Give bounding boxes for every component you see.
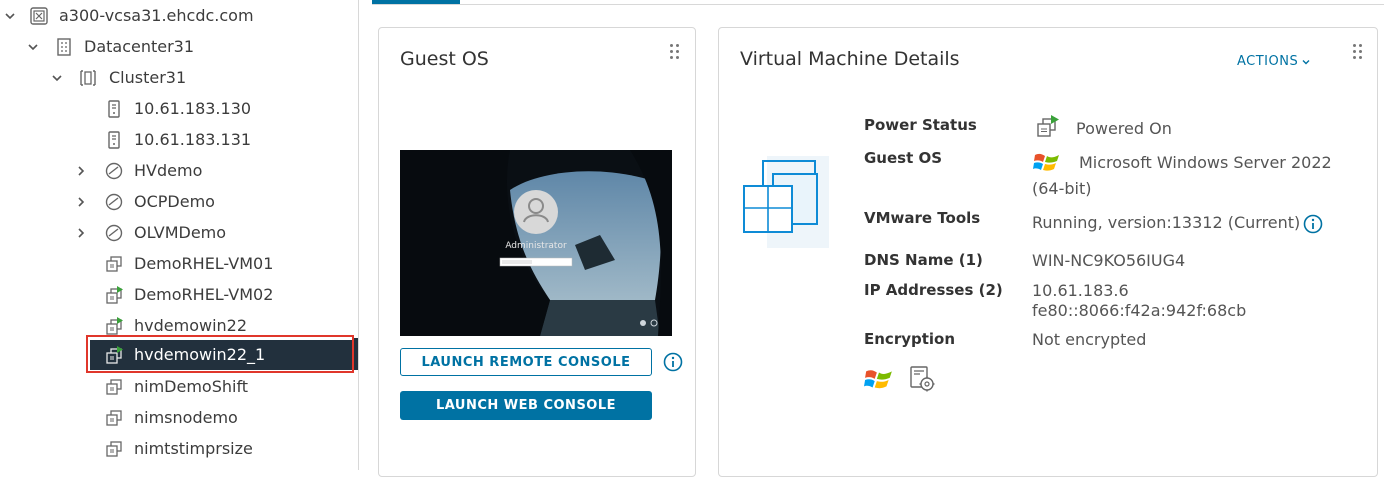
- tab-active-indicator[interactable]: [372, 0, 460, 4]
- encryption-value: Not encrypted: [1032, 330, 1147, 349]
- tree-node-label: Cluster31: [109, 68, 187, 87]
- guest-os-value: Microsoft Windows Server 2022: [1079, 153, 1332, 172]
- windows-logo-icon: [864, 370, 892, 389]
- drag-handle-icon[interactable]: [1353, 44, 1365, 62]
- card-title: Guest OS: [400, 48, 489, 70]
- resource-pool-icon: [104, 223, 124, 243]
- tree-node-host[interactable]: 10.61.183.130: [0, 94, 358, 124]
- drag-handle-icon[interactable]: [670, 44, 682, 62]
- vm-powered-on-icon: [1037, 115, 1059, 137]
- host-icon: [104, 99, 124, 119]
- vm-icon: [104, 408, 124, 428]
- dns-name-value: WIN-NC9KO56IUG4: [1032, 251, 1186, 270]
- tree-node-label: a300-vcsa31.ehcdc.com: [59, 6, 254, 25]
- ip-address-value: fe80::8066:f42a:942f:68cb: [1032, 301, 1247, 320]
- tree-node-label: 10.61.183.131: [134, 130, 252, 149]
- tree-node-vm[interactable]: nimsnodemo: [0, 403, 358, 433]
- tree-node-vcenter[interactable]: a300-vcsa31.ehcdc.com: [0, 1, 358, 31]
- tree-node-label: OLVMDemo: [134, 223, 227, 242]
- vm-icon: [104, 439, 124, 459]
- chevron-right-icon[interactable]: [72, 187, 90, 217]
- windows-logo-icon: [1033, 153, 1059, 171]
- dns-name-label: DNS Name (1): [864, 251, 983, 269]
- power-status-value: Powered On: [1076, 119, 1172, 138]
- resource-pool-icon: [104, 161, 124, 181]
- virtual-machine-large-icon: [743, 156, 829, 248]
- chevron-right-icon[interactable]: [72, 218, 90, 248]
- tree-node-label: HVdemo: [134, 161, 203, 180]
- tree-node-label: nimtstimprsize: [134, 439, 253, 458]
- tree-node-pool[interactable]: HVdemo: [0, 156, 358, 186]
- chevron-down-icon[interactable]: [48, 63, 66, 93]
- console-preview[interactable]: Administrator: [400, 150, 672, 336]
- cluster-icon: [78, 68, 98, 88]
- vm-icon: [104, 377, 124, 397]
- vm-details-card: Virtual Machine Details ACTIONS Power St…: [718, 27, 1378, 477]
- launch-remote-console-button[interactable]: LAUNCH REMOTE CONSOLE: [400, 348, 652, 376]
- actions-label: ACTIONS: [1237, 54, 1299, 69]
- vmware-tools-label: VMware Tools: [864, 209, 981, 227]
- vm-powered-on-icon: [104, 285, 124, 305]
- vm-icon: [104, 254, 124, 274]
- chevron-down-icon[interactable]: [24, 32, 42, 62]
- vm-settings-icon[interactable]: [907, 364, 937, 394]
- tree-node-label: Datacenter31: [84, 37, 195, 56]
- tree-node-vm[interactable]: DemoRHEL-VM02: [0, 280, 358, 310]
- tree-node-vm[interactable]: DemoRHEL-VM01: [0, 249, 358, 279]
- guest-os-value-arch: (64-bit): [1032, 179, 1092, 198]
- tree-node-cluster[interactable]: Cluster31: [0, 63, 358, 93]
- encryption-label: Encryption: [864, 330, 956, 348]
- tree-node-label: nimDemoShift: [134, 377, 249, 396]
- ip-address-value: 10.61.183.6: [1032, 281, 1129, 300]
- chevron-right-icon[interactable]: [72, 156, 90, 186]
- inventory-tree: a300-vcsa31.ehcdc.com Datacenter31 Clust…: [0, 0, 358, 470]
- vm-powered-on-icon: [104, 316, 124, 336]
- tree-node-label: 10.61.183.130: [134, 99, 252, 118]
- guest-os-label: Guest OS: [864, 149, 943, 167]
- resource-pool-icon: [104, 192, 124, 212]
- info-icon[interactable]: [663, 352, 683, 376]
- chevron-down-icon: [1302, 59, 1310, 64]
- tree-node-vm[interactable]: nimDemoShift: [0, 372, 358, 402]
- vcenter-icon: [29, 6, 49, 26]
- launch-web-console-button[interactable]: LAUNCH WEB CONSOLE: [400, 391, 652, 420]
- panel-divider[interactable]: [358, 0, 359, 470]
- ip-addresses-label: IP Addresses (2): [864, 281, 1003, 299]
- console-preview-image: Administrator: [400, 150, 672, 336]
- tree-node-label: DemoRHEL-VM01: [134, 254, 274, 273]
- datacenter-icon: [54, 37, 74, 57]
- host-icon: [104, 130, 124, 150]
- card-title: Virtual Machine Details: [740, 48, 960, 70]
- info-icon[interactable]: [1303, 214, 1323, 238]
- selection-highlight-box: [86, 335, 354, 373]
- guest-os-card: Guest OS Administrator LAUNCH REMOTE CON…: [378, 27, 696, 477]
- console-username: Administrator: [505, 241, 567, 251]
- tree-node-pool[interactable]: OLVMDemo: [0, 218, 358, 248]
- tree-node-datacenter[interactable]: Datacenter31: [0, 32, 358, 62]
- tab-strip: [372, 0, 1384, 5]
- tree-node-label: nimsnodemo: [134, 408, 238, 427]
- power-status-label: Power Status: [864, 116, 977, 134]
- tree-node-label: DemoRHEL-VM02: [134, 285, 274, 304]
- tree-node-pool[interactable]: OCPDemo: [0, 187, 358, 217]
- tree-node-vm[interactable]: nimtstimprsize: [0, 434, 358, 464]
- tree-node-host[interactable]: 10.61.183.131: [0, 125, 358, 155]
- vmware-tools-value: Running, version:13312 (Current): [1032, 213, 1301, 232]
- actions-menu-button[interactable]: ACTIONS: [1237, 54, 1311, 69]
- chevron-down-icon[interactable]: [1, 1, 19, 31]
- tree-node-label: OCPDemo: [134, 192, 215, 211]
